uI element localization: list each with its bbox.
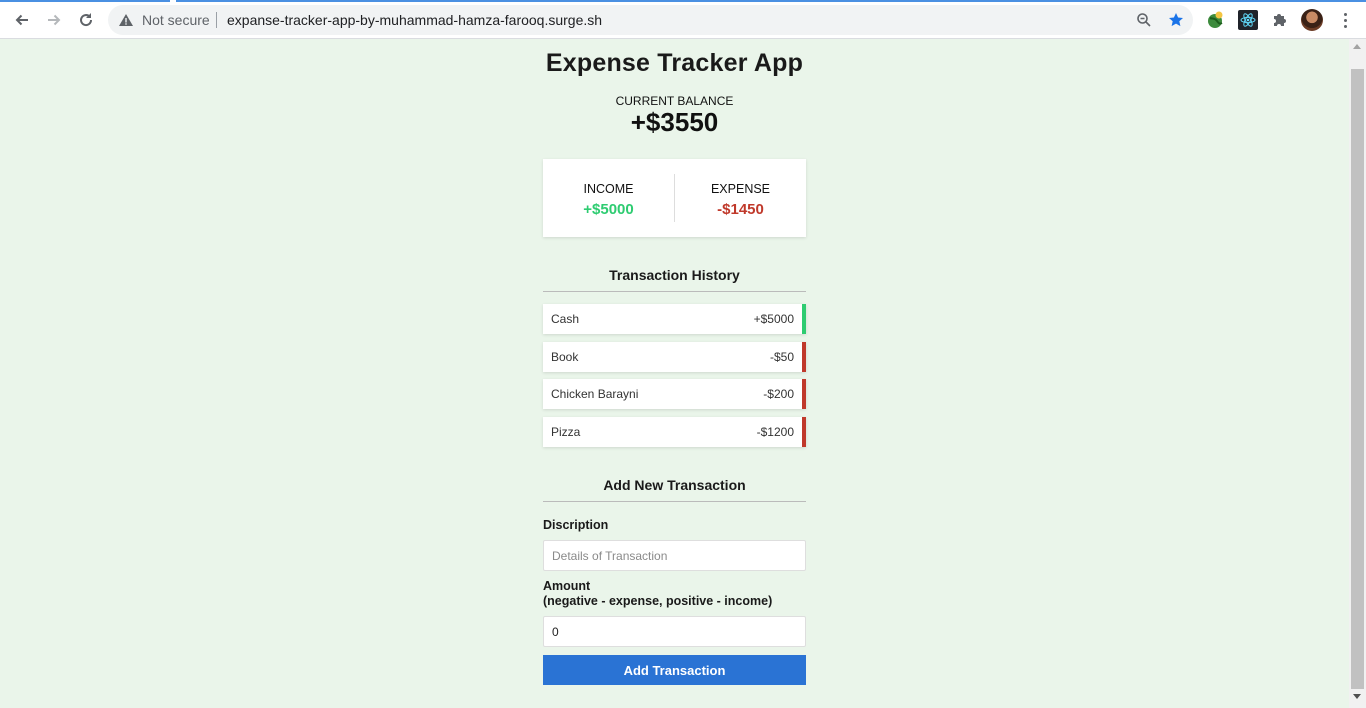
expense-indicator — [802, 417, 806, 448]
transaction-name: Book — [551, 349, 579, 364]
url-text[interactable]: expanse-tracker-app-by-muhammad-hamza-fa… — [227, 12, 602, 28]
zoom-icon[interactable] — [1136, 12, 1152, 28]
description-input[interactable] — [543, 540, 806, 571]
income-expense-summary: INCOME +$5000 EXPENSE -$1450 — [543, 159, 806, 237]
transaction-item[interactable]: Chicken Barayni -$200 — [543, 379, 806, 410]
puzzle-extensions-icon[interactable] — [1270, 10, 1290, 30]
transaction-item[interactable]: Pizza -$1200 — [543, 417, 806, 448]
transaction-amount: -$200 — [763, 387, 794, 402]
arrow-right-icon — [48, 14, 61, 26]
transaction-name: Chicken Barayni — [551, 387, 639, 402]
scrollbar-thumb[interactable] — [1351, 69, 1364, 689]
browser-toolbar: Not secure expanse-tracker-app-by-muhamm… — [0, 0, 1366, 39]
transaction-list: Cash +$5000 Book -$50 Chicken Barayni -$… — [543, 304, 806, 455]
browser-menu-icon[interactable] — [1336, 9, 1354, 31]
balance-amount: +$3550 — [630, 107, 719, 137]
income-box: INCOME +$5000 — [543, 159, 674, 237]
profile-avatar[interactable] — [1301, 9, 1323, 31]
arrow-left-icon — [15, 14, 28, 26]
transaction-item[interactable]: Book -$50 — [543, 341, 806, 372]
amount-hint: (negative - expense, positive - income) — [543, 594, 773, 608]
amount-label: Amount — [543, 579, 591, 593]
amount-input[interactable] — [543, 616, 806, 647]
income-label: INCOME — [583, 182, 634, 196]
page-scrollbar[interactable] — [1349, 39, 1366, 708]
scroll-down-arrow-icon[interactable] — [1353, 694, 1361, 699]
income-indicator — [802, 304, 806, 334]
transaction-name: Pizza — [551, 425, 581, 440]
transaction-item[interactable]: Cash +$5000 — [543, 304, 806, 334]
expense-amount: -$1450 — [717, 201, 764, 218]
react-devtools-icon[interactable] — [1238, 10, 1258, 30]
add-transaction-button[interactable]: Add Transaction — [543, 655, 806, 685]
warning-icon — [119, 14, 133, 26]
income-amount: +$5000 — [583, 201, 634, 218]
history-heading: Transaction History — [543, 267, 806, 292]
expense-box: EXPENSE -$1450 — [675, 159, 806, 237]
balance-label: CURRENT BALANCE — [615, 94, 734, 108]
bookmark-star-icon[interactable] — [1168, 12, 1184, 28]
expense-indicator — [802, 341, 806, 372]
reload-button[interactable] — [74, 8, 98, 32]
address-bar[interactable]: Not secure expanse-tracker-app-by-muhamm… — [108, 5, 1193, 35]
transaction-amount: -$1200 — [756, 425, 794, 440]
expense-indicator — [802, 379, 806, 410]
forward-button[interactable] — [42, 8, 66, 32]
transaction-amount: +$5000 — [753, 312, 794, 326]
transaction-amount: -$50 — [769, 349, 794, 364]
scroll-up-arrow-icon[interactable] — [1353, 44, 1361, 49]
transaction-name: Cash — [551, 312, 580, 326]
page-load-progress — [0, 0, 1366, 2]
back-button[interactable] — [10, 8, 34, 32]
description-label: Discription — [543, 518, 609, 532]
page-title: Expense Tracker App — [545, 49, 804, 77]
security-status-text[interactable]: Not secure — [142, 12, 210, 28]
address-separator — [216, 12, 217, 28]
expense-label: EXPENSE — [710, 182, 771, 196]
globe-extension-icon[interactable] — [1205, 10, 1225, 30]
reload-icon — [80, 13, 93, 27]
add-transaction-heading: Add New Transaction — [543, 477, 806, 502]
